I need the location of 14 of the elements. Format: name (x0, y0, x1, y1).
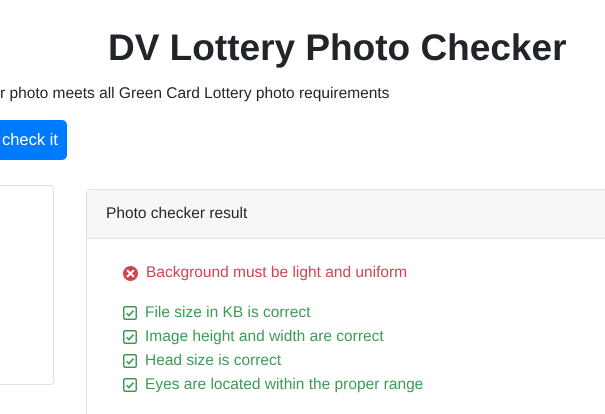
checkbox-icon (123, 306, 137, 320)
card-title: Photo checker result (106, 205, 248, 223)
check-button[interactable]: check it (0, 120, 67, 160)
error-message: Background must be light and uniform (146, 263, 408, 283)
page-title: DV Lottery Photo Checker (107, 26, 568, 70)
check-result: Image height and width are correct (145, 327, 384, 347)
check-result: File size in KB is correct (145, 303, 310, 323)
error-icon (123, 266, 138, 280)
subtitle-text: r photo meets all Green Card Lottery photo requirements (0, 84, 390, 104)
checkbox-icon (123, 354, 137, 368)
check-result: Eyes are located within the proper range (145, 375, 424, 395)
checkbox-icon (123, 330, 137, 344)
checkbox-icon (123, 378, 137, 392)
check-result: Head size is correct (145, 351, 282, 371)
